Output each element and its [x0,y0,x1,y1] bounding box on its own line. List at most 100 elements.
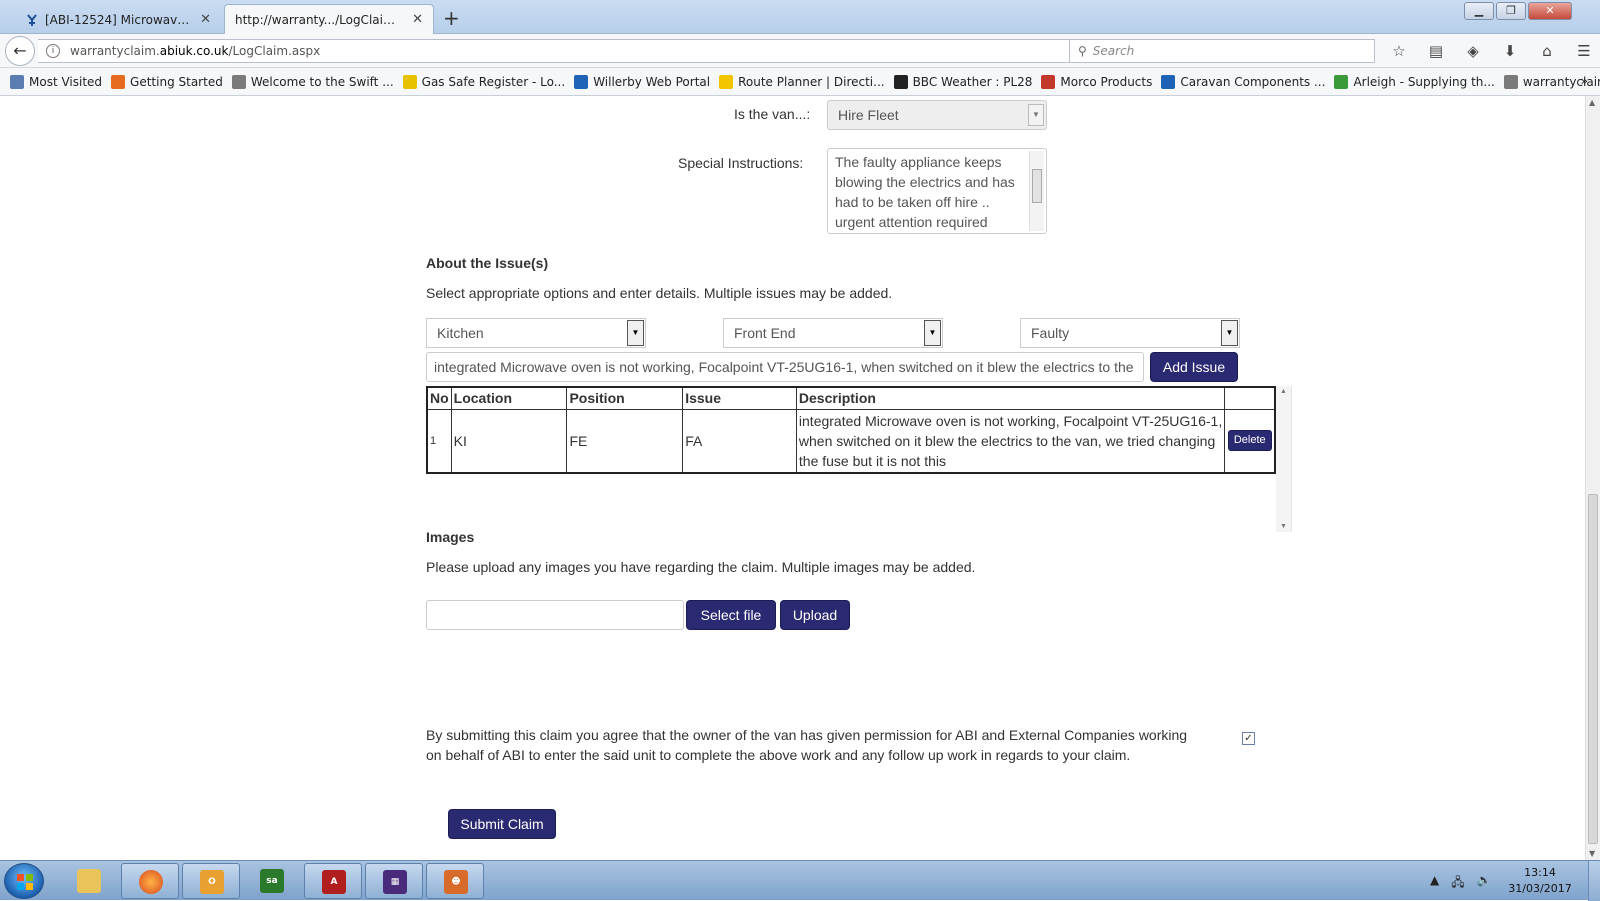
issue-type-value: Faulty [1031,325,1070,341]
url-domain: abiuk.co.uk [159,44,229,58]
bookmark-item[interactable]: Getting Started [111,74,223,89]
back-arrow-icon[interactable]: ← [5,36,35,66]
aa-icon [719,74,734,89]
scroll-up-icon[interactable]: ▲ [1280,388,1287,395]
system-tray: ▲ 🖧 🔈 [1430,873,1492,894]
tab-log-claim[interactable]: http://warranty.../LogClaim.aspx ✕ [224,4,434,34]
taskbar-outlook[interactable]: O [182,863,240,899]
chevron-down-icon: ▼ [1221,320,1238,346]
tab-close-icon[interactable]: ✕ [200,12,211,27]
scroll-up-icon[interactable]: ▲ [1589,98,1595,107]
select-file-button[interactable]: Select file [686,600,776,630]
bookmarks-bar: Most Visited Getting Started Welcome to th… [0,68,1600,96]
cell-location: KI [450,408,568,473]
toolbar-icons: ☆ ▤ ◈ ⬇ ⌂ ☰ [1390,42,1593,60]
scrollbar-thumb[interactable] [1588,494,1598,844]
issues-table-scrollbar[interactable]: ▲ ▼ [1276,386,1291,532]
bookmark-item[interactable]: Arleigh - Supplying th... [1334,74,1495,89]
add-issue-button[interactable]: Add Issue [1150,352,1238,382]
page-scrollbar[interactable]: ▲ ▼ [1585,96,1600,860]
textarea-scrollbar[interactable] [1029,151,1044,231]
grid-app-icon: ▦ [383,870,407,894]
bookmark-item[interactable]: Welcome to the Swift ... [231,74,394,89]
downloads-icon[interactable]: ⬇ [1501,42,1519,60]
willerby-icon [574,74,589,89]
folder-icon [77,869,101,893]
bookmark-item[interactable]: Morco Products [1041,74,1152,89]
search-icon: ⚲ [1078,44,1087,58]
images-heading: Images [426,529,475,545]
bookmark-label: warrantyclaim.abiuk.c... [1522,74,1600,89]
issue-type-select[interactable]: Faulty ▼ [1020,318,1240,348]
volume-icon[interactable]: 🔈 [1477,873,1492,894]
url-prefix: warrantyclaim. [70,44,160,58]
bookmark-item[interactable]: Caravan Components ... [1161,74,1325,89]
search-box[interactable]: ⚲ Search [1069,39,1375,63]
address-bar[interactable]: i warrantyclaim. abiuk.co.uk/LogClaim.asp… [38,39,1088,63]
tab-title: http://warranty.../LogClaim.aspx [235,12,406,27]
taskbar-clock[interactable]: 13:14 31/03/2017 [1500,865,1580,897]
special-instructions-label: Special Instructions: [678,155,804,171]
taskbar-calculator-app[interactable]: ▦ [365,863,423,899]
bookmark-item[interactable]: Gas Safe Register - Lo... [402,74,565,89]
info-icon[interactable]: i [46,44,60,58]
window-close-icon[interactable]: ✕ [1528,2,1572,20]
van-type-select[interactable]: Hire Fleet ▼ [827,100,1047,130]
file-name-input[interactable] [426,600,684,630]
tab-title: [ABI-12524] Microwave ov... [45,12,194,27]
position-select[interactable]: Front End ▼ [723,318,943,348]
home-icon[interactable]: ⌂ [1538,42,1556,60]
issue-description-value: integrated Microwave oven is not working… [434,359,1134,375]
taskbar-firefox[interactable] [121,863,179,899]
search-placeholder: Search [1092,44,1135,58]
scroll-down-icon[interactable]: ▼ [1589,849,1595,858]
pocket-icon[interactable]: ◈ [1464,42,1482,60]
column-header-issue: Issue [682,386,797,410]
bbc-icon [893,74,908,89]
taskbar-explorer[interactable] [60,863,118,899]
agreement-checkbox[interactable]: ✓ [1242,732,1255,745]
taskbar-contacts-app[interactable]: ☻ [426,863,484,899]
bookmark-label: Getting Started [130,74,223,89]
taskbar-sage[interactable]: sa [243,863,301,899]
firefox-icon [111,74,126,89]
bookmark-label: Welcome to the Swift ... [250,74,394,89]
cell-no: 1 [426,408,452,473]
scroll-down-icon[interactable]: ▼ [1280,523,1287,530]
bookmark-item[interactable]: Most Visited [10,74,103,89]
bookmark-item[interactable]: Willerby Web Portal [574,74,711,89]
special-instructions-field[interactable]: The faulty appliance keeps blowing the e… [827,148,1047,234]
issue-description-input[interactable]: integrated Microwave oven is not working… [426,352,1144,382]
bookmark-item[interactable]: BBC Weather : PL28 [893,74,1032,89]
navigation-bar: ← i warrantyclaim. abiuk.co.uk/LogClaim.a… [0,34,1600,68]
bookmark-label: Arleigh - Supplying th... [1353,74,1495,89]
minimize-icon[interactable]: ▁ [1464,2,1494,20]
menu-icon[interactable]: ☰ [1575,42,1593,60]
chevron-down-icon: ▼ [627,320,644,346]
bookmark-item[interactable]: Route Planner | Directi... [719,74,885,89]
tab-jira-issue[interactable]: [ABI-12524] Microwave ov... ✕ [10,4,222,34]
submit-claim-button[interactable]: Submit Claim [448,809,556,839]
images-help-text: Please upload any images you have regard… [426,559,976,575]
tray-expand-icon[interactable]: ▲ [1430,873,1439,894]
restore-icon[interactable]: ❐ [1496,2,1526,20]
bookmark-label: Willerby Web Portal [593,74,711,89]
network-icon[interactable]: 🖧 [1451,873,1464,894]
show-desktop-button[interactable] [1588,861,1600,901]
start-button[interactable] [4,863,44,899]
new-tab-icon[interactable]: + [443,6,460,30]
tab-close-icon[interactable]: ✕ [412,12,423,27]
cell-description: integrated Microwave oven is not working… [795,408,1226,473]
issues-help-text: Select appropriate options and enter det… [426,285,893,301]
reading-list-icon[interactable]: ▤ [1427,42,1445,60]
bookmark-star-icon[interactable]: ☆ [1390,42,1408,60]
bookmarks-overflow-icon[interactable]: » [1581,74,1588,88]
taskbar-acrobat[interactable]: A [304,863,362,899]
upload-button[interactable]: Upload [780,600,850,630]
delete-issue-button[interactable]: Delete [1227,430,1272,451]
issues-heading: About the Issue(s) [426,255,549,271]
location-select[interactable]: Kitchen ▼ [426,318,646,348]
caravan-icon [1161,74,1176,89]
bookmark-label: Most Visited [29,74,103,89]
chevron-down-icon: ▼ [924,320,941,346]
